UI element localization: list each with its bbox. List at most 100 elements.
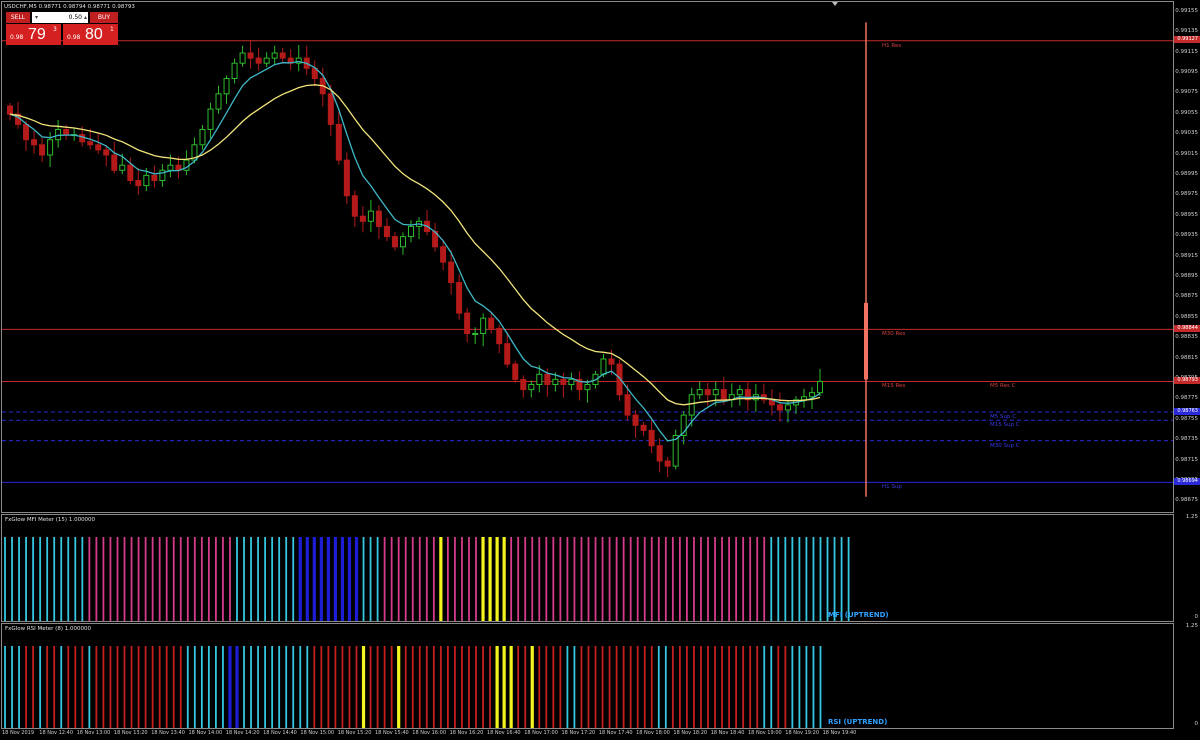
candle-body [656,445,663,462]
symbol-header: USDCHF,M5 0.98771 0.98794 0.98771 0.9879… [4,4,135,10]
lot-decrease-icon[interactable]: ▾ [35,12,38,23]
lot-size-field[interactable]: ▾ 0.50 ▴ [32,12,88,23]
mfi-bars-svg [4,537,850,621]
time-axis[interactable]: 18 Nov 2019 18 Nov 12:40 18 Nov 13:00 18 No… [0,728,1172,740]
time-tick: 18 Nov 14:20 [225,730,260,736]
candle-body [223,78,230,95]
price-chart-svg [2,22,1173,497]
price-tick: 0.98955 [1175,211,1198,218]
price-tick: 0.98775 [1175,395,1198,402]
level-price-tag: 0.98763 [1174,407,1200,415]
candle-body [640,424,647,431]
candle-body [552,378,559,385]
price-tick: 0.99055 [1175,109,1198,116]
price-tick: 0.98975 [1175,191,1198,198]
time-tick: 18 Nov 19:00 [748,730,782,736]
candle-body [568,378,575,385]
candle-body [7,105,13,115]
candle-body [632,414,639,426]
sr-level-label: M5 Res C [990,383,1016,390]
candle-body [584,384,591,391]
candle-body [335,123,342,161]
candle-body [800,396,807,401]
price-tick: 0.98735 [1175,436,1198,443]
candle-body [624,394,631,416]
candle-body [327,93,334,125]
sell-price-main: 79 [28,26,46,43]
time-tick: 18 Nov 18:00 [636,730,670,736]
time-tick: 18 Nov 13:40 [151,730,185,736]
candle-body [488,317,495,329]
rsi-meter-panel[interactable]: FxGlow RSI Meter (8) 1.000000 RSI (UPTRE… [1,623,1174,729]
candle-body [199,129,206,146]
time-tick: 18 Nov 18:40 [710,730,745,736]
time-tick: 18 Nov 2019 [2,730,35,736]
candle-body [247,52,254,59]
price-tick: 0.99075 [1175,89,1198,96]
rsi-scale-top: 1.25 [1185,623,1198,629]
rsi-bars-svg [4,646,822,728]
candle-body [809,392,815,398]
price-chart-panel[interactable]: USDCHF,M5 0.98771 0.98794 0.98771 0.9879… [1,1,1174,513]
level-price-tag: 0.98694 [1174,477,1200,485]
chart-shift-marker[interactable] [832,2,838,6]
candle-body [504,343,511,365]
mfi-scale-top: 1.25 [1185,514,1198,520]
rsi-title: FxGlow RSI Meter (8) 1.000000 [5,626,91,632]
price-tick: 0.98675 [1175,497,1198,504]
candle-body [736,389,743,396]
mfi-title: FxGlow MFI Meter (15) 1.000000 [5,517,96,523]
mfi-meter-panel[interactable]: FxGlow MFI Meter (15) 1.000000 MFI (UPTR… [1,514,1174,622]
candle-body [399,236,406,248]
candle-body [143,174,150,187]
candle-body [55,129,62,141]
candle-body [207,108,214,130]
candle-body [464,312,471,335]
candle-body [560,378,567,385]
candle-body [119,164,126,171]
candle-body [367,210,374,222]
price-tick: 0.98755 [1175,415,1198,422]
candle-body [383,225,390,238]
sell-price-pipette: 3 [53,26,57,33]
candle-body [712,389,719,396]
level-price-tag: 0.98793 [1174,376,1200,384]
sell-price-button[interactable]: 0.98 79 3 [6,24,61,45]
level-price-tag: 0.98844 [1174,324,1200,332]
time-tick: 18 Nov 12:40 [39,730,74,736]
price-tick: 0.98995 [1175,170,1198,177]
sell-price-prefix: 0.98 [10,34,24,41]
time-tick: 18 Nov 15:20 [337,730,372,736]
buy-price-main: 80 [85,26,103,43]
candle-body [111,154,118,171]
candle-body [135,180,142,187]
lot-increase-icon[interactable]: ▴ [84,12,87,23]
candle-body [817,380,824,394]
price-tick: 0.99095 [1175,68,1198,75]
candle-body [95,144,102,151]
price-tick: 0.98935 [1175,232,1198,239]
rsi-scale-bottom: 0 [1194,721,1199,727]
buy-button[interactable]: BUY [90,12,118,23]
price-tick: 0.99135 [1175,28,1198,35]
time-tick: 18 Nov 17:20 [561,730,596,736]
candle-body [496,327,503,345]
candle-body [87,141,94,146]
price-tick: 0.98915 [1175,252,1198,259]
candle-body [255,57,262,64]
time-tick: 18 Nov 15:40 [375,730,409,736]
sell-button[interactable]: SELL [6,12,30,23]
candle-body [167,164,174,171]
candle-body [23,123,30,141]
price-tick: 0.99035 [1175,130,1198,137]
candle-body [231,62,238,80]
buy-price-button[interactable]: 0.98 80 1 [63,24,118,45]
candle-body [151,174,158,181]
range-vertical-body [864,302,868,380]
time-tick: 18 Nov 16:00 [412,730,447,736]
price-axis[interactable]: 0.99155 0.99135 0.99115 0.99095 0.99075 0.990… [1174,1,1200,513]
price-tick: 0.99155 [1175,7,1198,14]
candle-body [456,282,463,314]
time-tick: 18 Nov 14:40 [263,730,297,736]
price-tick: 0.98875 [1175,293,1198,300]
